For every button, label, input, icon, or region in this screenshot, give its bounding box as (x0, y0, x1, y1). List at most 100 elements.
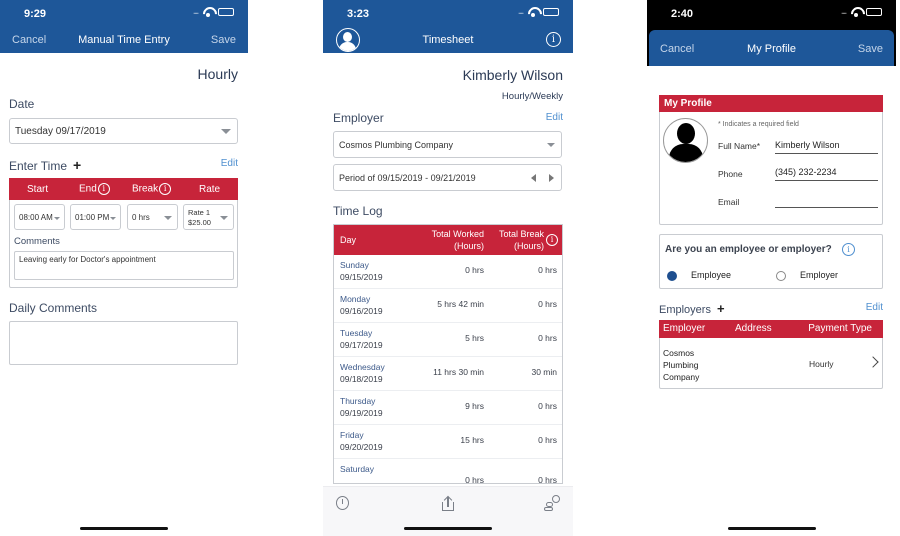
user-name: Kimberly Wilson (462, 67, 563, 83)
my-profile-screen: 2:40 .... Cancel My Profile Save My Prof… (647, 0, 896, 536)
page-title: Timesheet (422, 34, 474, 46)
status-time: 9:29 (24, 8, 47, 20)
enter-time-heading: Enter Time + (9, 157, 82, 173)
time-log-row[interactable]: Thursday 09/19/2019 9 hrs 0 hrs (334, 391, 562, 425)
chevron-down-icon (54, 217, 60, 220)
pay-type-label: Hourly (197, 66, 238, 82)
role-card: Are you an employee or employer? i Emplo… (659, 234, 883, 289)
info-icon[interactable]: i (842, 243, 855, 256)
wifi-icon (850, 7, 862, 17)
day-column: Day (340, 235, 357, 245)
employer-select[interactable]: Cosmos Plumbing Company (333, 131, 562, 158)
time-log-row[interactable]: Friday 09/20/2019 15 hrs 0 hrs (334, 425, 562, 459)
share-icon[interactable] (442, 495, 454, 511)
full-name-input[interactable]: Kimberly Wilson (775, 140, 878, 154)
rate-select[interactable]: Rate 1 $25.00 (183, 204, 234, 230)
signal-icon: .... (841, 7, 847, 16)
employee-label: Employee (691, 270, 732, 280)
plus-icon[interactable]: + (73, 157, 81, 173)
save-button[interactable]: Save (211, 34, 236, 46)
date-select[interactable]: Tuesday 09/17/2019 (9, 118, 238, 144)
employer-payment-type: Hourly (809, 359, 834, 369)
chevron-right-icon[interactable] (867, 356, 879, 368)
email-label: Email (718, 197, 740, 207)
employers-table-header: Employer Address Payment Type (659, 320, 883, 338)
time-log-header: Day Total Worked (Hours) Total Break (Hour… (334, 225, 562, 255)
status-bar: 2:40 .... (647, 0, 896, 26)
employee-radio[interactable] (667, 271, 677, 281)
home-indicator (404, 527, 492, 530)
status-area: 2:40 .... Cancel My Profile Save (647, 0, 896, 66)
tab-bar (323, 486, 573, 536)
time-entry-header: Start End i Break i Rate (9, 178, 238, 200)
edit-employer-link[interactable]: Edit (546, 112, 563, 123)
column-start: Start (27, 184, 49, 195)
battery-icon (866, 7, 882, 16)
signal-icon: .... (518, 7, 524, 16)
phone-input[interactable]: (345) 232-2234 (775, 167, 878, 181)
chevron-down-icon (547, 143, 555, 147)
time-log-row[interactable]: Saturday 0 hrs 0 hrs (334, 459, 562, 483)
total-worked-column: Total Worked (Hours) (431, 229, 484, 251)
manual-time-entry-screen: 9:29 .... Cancel Manual Time Entry Save … (0, 0, 248, 536)
date-label: Date (9, 97, 35, 111)
stopwatch-icon[interactable] (336, 496, 349, 510)
status-time: 2:40 (671, 8, 694, 20)
wifi-icon (202, 7, 214, 17)
save-button[interactable]: Save (858, 43, 883, 55)
time-log-row[interactable]: Monday 09/16/2019 5 hrs 42 min 0 hrs (334, 289, 562, 323)
edit-time-link[interactable]: Edit (221, 158, 238, 169)
info-icon[interactable]: i (546, 32, 561, 47)
chevron-down-icon (220, 216, 228, 220)
daily-comments-label: Daily Comments (9, 301, 98, 315)
info-icon[interactable]: i (159, 183, 172, 195)
time-log-label: Time Log (333, 204, 383, 218)
employer-label: Employer (800, 270, 839, 280)
profile-avatar[interactable] (663, 118, 708, 163)
comments-label: Comments (14, 236, 60, 247)
chevron-down-icon (221, 129, 231, 134)
nav-bar: 3:23 .... Timesheet i (323, 0, 573, 53)
phone-label: Phone (718, 169, 743, 179)
comments-input[interactable]: Leaving early for Doctor's appointment (14, 251, 234, 280)
employer-label: Employer (333, 111, 384, 125)
status-bar: 3:23 .... (323, 0, 573, 26)
info-icon[interactable]: i (97, 183, 110, 195)
status-bar: 9:29 .... (0, 0, 248, 26)
chevron-down-icon (164, 216, 172, 220)
employer-radio[interactable] (776, 271, 786, 281)
pay-schedule: Hourly/Weekly (501, 91, 563, 102)
battery-icon (543, 7, 559, 16)
signal-icon: .... (193, 7, 199, 16)
info-icon[interactable]: i (546, 234, 558, 246)
period-selector: Period of 09/15/2019 - 09/21/2019 (333, 164, 562, 191)
daily-comments-input[interactable] (9, 321, 238, 365)
employers-heading: Employers + (659, 301, 725, 316)
end-time-select[interactable]: 01:00 PM (70, 204, 121, 230)
map-pin-icon[interactable] (544, 495, 560, 511)
status-time: 3:23 (347, 8, 370, 20)
plus-icon[interactable]: + (717, 301, 725, 316)
previous-period-button[interactable] (531, 174, 536, 182)
break-select[interactable]: 0 hrs (127, 204, 178, 230)
email-input[interactable] (775, 194, 878, 208)
home-indicator (727, 527, 816, 530)
edit-employers-link[interactable]: Edit (866, 302, 883, 313)
employer-row[interactable]: Cosmos Plumbing Company Hourly (659, 338, 883, 389)
column-end: End i (79, 183, 110, 195)
full-name-label: Full Name* (718, 141, 761, 151)
total-break-column: Total Break (Hours) (498, 229, 544, 251)
next-period-button[interactable] (549, 174, 554, 182)
home-indicator (80, 527, 168, 530)
chevron-down-icon (110, 217, 116, 220)
time-log-row[interactable]: Wednesday 09/18/2019 11 hrs 30 min 30 min (334, 357, 562, 391)
time-log-row[interactable]: Tuesday 09/17/2019 5 hrs 0 hrs (334, 323, 562, 357)
start-time-select[interactable]: 08:00 AM (14, 204, 65, 230)
employer-name: Cosmos Plumbing Company (663, 348, 700, 382)
role-question: Are you an employee or employer? (665, 244, 832, 255)
required-field-note: * Indicates a required field (718, 121, 799, 128)
nav-bar: 9:29 .... Cancel Manual Time Entry Save (0, 0, 248, 53)
battery-icon (218, 7, 234, 16)
time-log-row[interactable]: Sunday 09/15/2019 0 hrs 0 hrs (334, 255, 562, 289)
profile-card-header: My Profile (659, 95, 883, 112)
